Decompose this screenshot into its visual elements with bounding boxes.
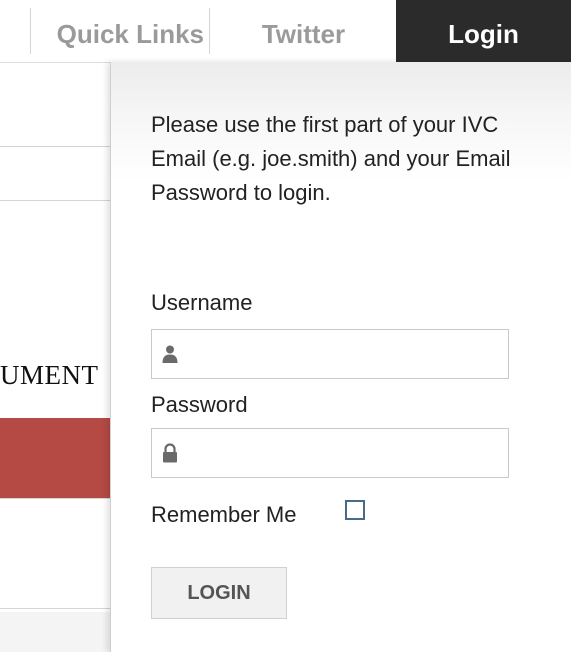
login-button[interactable]: LOGIN: [151, 567, 287, 619]
username-field-wrapper: [151, 329, 509, 380]
background-footer-block: [0, 612, 110, 652]
background-divider: [0, 498, 110, 499]
tab-login[interactable]: Login: [396, 0, 571, 62]
background-divider: [0, 608, 110, 609]
remember-me-label: Remember Me: [151, 502, 297, 527]
tab-separator: [30, 8, 31, 54]
background-red-banner: [0, 418, 110, 498]
top-tab-bar: Quick Links Twitter Login: [0, 0, 571, 63]
lock-icon: [163, 443, 177, 463]
tab-twitter-label: Twitter: [261, 19, 346, 49]
background-divider: [0, 146, 110, 147]
username-input[interactable]: [186, 330, 506, 380]
password-field-wrapper: [151, 428, 509, 479]
background-partial-text: UMENT: [0, 360, 99, 390]
login-panel: Please use the first part of your IVC Em…: [110, 62, 571, 652]
tab-twitter[interactable]: Twitter: [211, 0, 396, 62]
user-icon: [162, 345, 178, 363]
username-label: Username: [151, 290, 253, 315]
tab-separator: [209, 8, 210, 54]
password-input[interactable]: [186, 429, 506, 479]
tab-login-label: Login: [448, 19, 519, 49]
tab-quick-links-label: Quick Links: [56, 19, 204, 49]
login-instructions: Please use the first part of your IVC Em…: [151, 112, 511, 205]
page: UMENT Quick Links Twitter Login Please u…: [0, 0, 571, 652]
remember-me-checkbox[interactable]: [345, 500, 365, 520]
tab-quick-links[interactable]: Quick Links: [0, 0, 210, 62]
background-divider: [0, 200, 110, 201]
password-label: Password: [151, 392, 248, 417]
